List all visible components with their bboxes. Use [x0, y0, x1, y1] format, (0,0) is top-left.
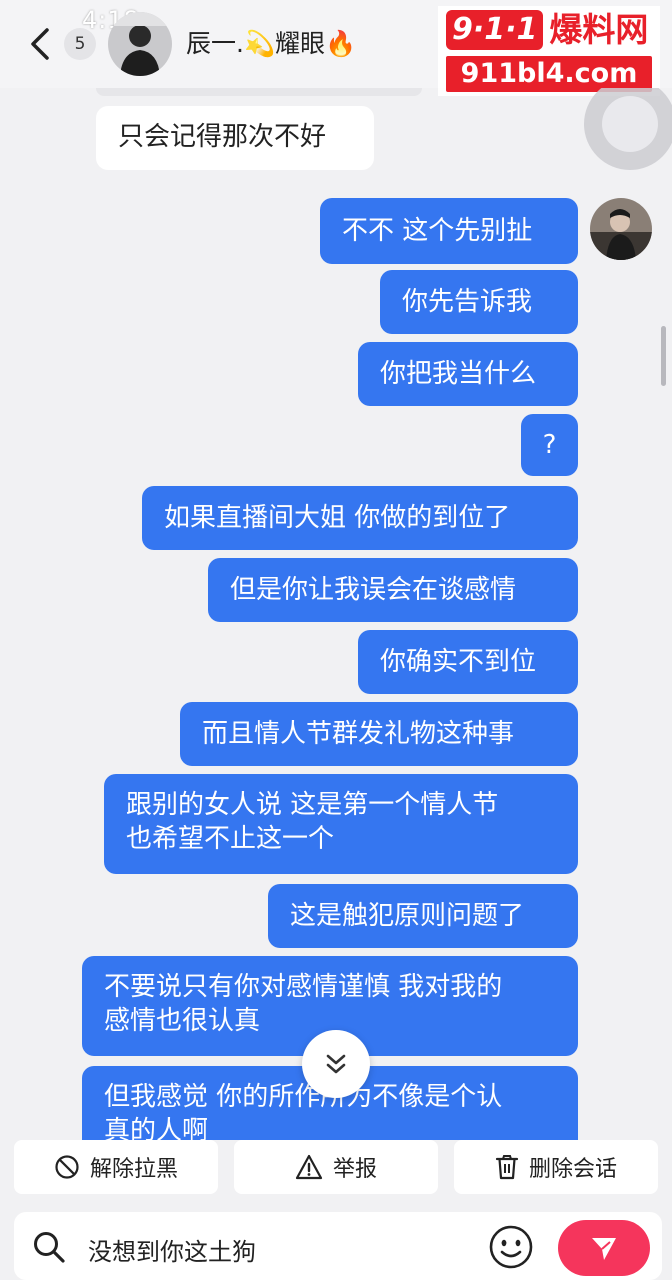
contact-name[interactable]: 辰一.💫耀眼🔥 [186, 24, 356, 60]
message-input-bar: 没想到你这土狗 [14, 1212, 662, 1280]
message-text-line: 跟别的女人说 这是第一个情人节 [126, 790, 499, 820]
message-bubble-outgoing[interactable]: 不不 这个先别扯 [320, 198, 578, 264]
block-icon [54, 1154, 80, 1180]
message-text: 只会记得那次不好 [118, 122, 327, 152]
contact-avatar[interactable] [108, 12, 172, 76]
chevron-left-icon [31, 28, 49, 60]
message-text: 但是你让我误会在谈感情 [230, 575, 517, 605]
message-text-line: 不要说只有你对感情谨慎 我对我的 [104, 972, 503, 1002]
delete-chat-label: 删除会话 [528, 1157, 617, 1182]
message-bubble-outgoing[interactable]: 你先告诉我 [380, 270, 578, 334]
cut-off-message [96, 88, 422, 96]
message-text: ? [542, 430, 557, 460]
message-input[interactable]: 没想到你这土狗 [88, 1232, 256, 1267]
unblock-label: 解除拉黑 [89, 1157, 178, 1182]
scroll-to-bottom-button[interactable] [302, 1030, 370, 1098]
search-icon[interactable] [32, 1230, 66, 1268]
message-bubble-outgoing[interactable]: 但是你让我误会在谈感情 [208, 558, 578, 622]
message-bubble-outgoing[interactable]: 如果直播间大姐 你做的到位了 [142, 486, 578, 550]
self-avatar[interactable] [590, 198, 652, 260]
scrollbar[interactable] [661, 326, 666, 386]
unread-count-badge: 5 [64, 28, 96, 60]
action-bar: 解除拉黑 举报 删除会话 [0, 1140, 672, 1198]
watermark-logo: 9·1·1 爆料网 [446, 10, 648, 50]
message-bubble-outgoing[interactable]: 你确实不到位 [358, 630, 578, 694]
emoji-icon[interactable] [488, 1224, 534, 1274]
watermark-url: 911bl4.com [446, 56, 652, 92]
message-text: 这是触犯原则问题了 [290, 901, 525, 931]
trash-icon [495, 1154, 519, 1180]
double-chevron-down-icon [326, 1054, 346, 1074]
message-bubble-outgoing[interactable]: ? [521, 414, 578, 476]
back-button[interactable] [22, 24, 58, 64]
watermark-logo-text: 爆料网 [549, 10, 649, 49]
message-bubble-outgoing[interactable]: 这是触犯原则问题了 [268, 884, 578, 948]
watermark: 9·1·1 爆料网 911bl4.com [438, 6, 660, 96]
message-text-line: 也希望不止这一个 [126, 824, 335, 854]
message-list[interactable]: 只会记得那次不好 不不 这个先别扯 你先告诉我 你把我当什么 ? 如果直播间大姐… [0, 88, 672, 1140]
unblock-button[interactable]: 解除拉黑 [14, 1140, 218, 1194]
message-text-line: 真的人啊 [104, 1116, 209, 1140]
message-bubble-outgoing[interactable]: 你把我当什么 [358, 342, 578, 406]
message-text: 如果直播间大姐 你做的到位了 [164, 503, 511, 533]
send-button[interactable] [558, 1220, 650, 1276]
report-label: 举报 [332, 1157, 377, 1182]
message-bubble-outgoing[interactable]: 跟别的女人说 这是第一个情人节 也希望不止这一个 [104, 774, 578, 874]
message-text: 不不 这个先别扯 [342, 216, 533, 246]
message-text: 你确实不到位 [380, 647, 537, 677]
warning-icon [295, 1154, 323, 1180]
message-bubble-incoming[interactable]: 只会记得那次不好 [96, 106, 374, 170]
message-bubble-outgoing[interactable]: 而且情人节群发礼物这种事 [180, 702, 578, 766]
send-icon [592, 1238, 616, 1260]
floating-bubble[interactable] [584, 88, 672, 170]
message-text: 你先告诉我 [402, 287, 533, 317]
watermark-logo-number: 9·1·1 [446, 10, 544, 50]
message-text: 而且情人节群发礼物这种事 [202, 719, 515, 749]
message-text: 你把我当什么 [380, 359, 537, 389]
report-button[interactable]: 举报 [234, 1140, 438, 1194]
delete-chat-button[interactable]: 删除会话 [454, 1140, 658, 1194]
